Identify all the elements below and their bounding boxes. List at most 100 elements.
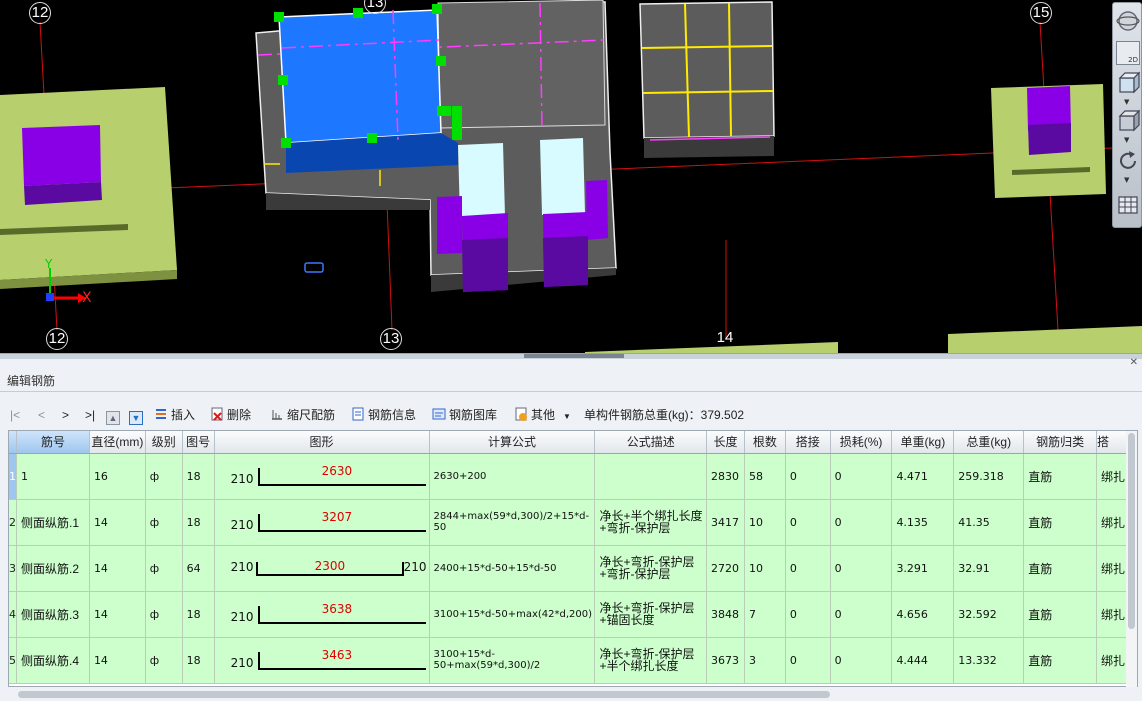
cell-category[interactable]: 直筋: [1023, 453, 1097, 500]
cell-count[interactable]: 10: [744, 545, 786, 592]
cell-formula[interactable]: 3100+15*d-50+max(42*d,200): [429, 591, 596, 638]
cell-loss[interactable]: 0: [830, 545, 893, 592]
cell-count[interactable]: 10: [744, 499, 786, 546]
cell-fig[interactable]: 18: [182, 591, 215, 638]
model-canvas[interactable]: [0, 0, 1142, 353]
cell-length[interactable]: 3848: [706, 591, 745, 638]
delete-button[interactable]: 删除: [210, 406, 251, 424]
cell-unit-weight[interactable]: 4.471: [891, 453, 955, 500]
view-3d-box-icon[interactable]: [1116, 71, 1140, 95]
col-header[interactable]: 搭接: [785, 431, 831, 454]
cell-fig[interactable]: 18: [182, 499, 215, 546]
cell-name[interactable]: 侧面纵筋.2: [16, 545, 90, 592]
model-viewport[interactable]: Y X 12 13 15 12 13 14 2D ▼ ▼ ▼: [0, 0, 1142, 353]
move-down-button[interactable]: ▼: [129, 406, 146, 425]
cell-unit-weight[interactable]: 3.291: [891, 545, 955, 592]
cell-count[interactable]: 7: [744, 591, 786, 638]
cell-formula[interactable]: 2844+max(59*d,300)/2+15*d-50: [429, 499, 596, 546]
view-2d-button[interactable]: 2D: [1116, 41, 1140, 65]
cell-shape[interactable]: 210 3638: [214, 591, 430, 638]
rebar-info-button[interactable]: 钢筋信息: [351, 406, 416, 424]
table-row[interactable]: 5 侧面纵筋.4 14 ф 18 210 3463 3100+15*d-50+m…: [9, 637, 1137, 684]
cell-name[interactable]: 侧面纵筋.3: [16, 591, 90, 638]
vertical-scroll-thumb[interactable]: [1128, 433, 1135, 629]
horizontal-scroll-thumb[interactable]: [18, 691, 830, 698]
cell-length[interactable]: 2720: [706, 545, 745, 592]
cell-shape[interactable]: 210 2300 210: [214, 545, 430, 592]
cell-lap[interactable]: 0: [785, 545, 831, 592]
cell-diameter[interactable]: 14: [89, 545, 146, 592]
cell-name[interactable]: 1: [16, 453, 90, 500]
cell-fig[interactable]: 18: [182, 637, 215, 684]
rotate-icon[interactable]: [1116, 149, 1140, 173]
cell-unit-weight[interactable]: 4.135: [891, 499, 955, 546]
row-number[interactable]: 2: [9, 499, 17, 546]
solid-box-icon[interactable]: [1116, 109, 1140, 133]
vertical-scrollbar[interactable]: [1126, 431, 1137, 687]
row-number[interactable]: 1: [9, 453, 17, 500]
row-number[interactable]: 4: [9, 591, 17, 638]
orbit-icon[interactable]: [1116, 9, 1140, 33]
cell-lap[interactable]: 0: [785, 499, 831, 546]
cell-name[interactable]: 侧面纵筋.1: [16, 499, 90, 546]
cell-formula[interactable]: 2630+200: [429, 453, 596, 500]
cell-total-weight[interactable]: 32.592: [953, 591, 1025, 638]
col-header[interactable]: 筋号: [16, 431, 90, 454]
cell-length[interactable]: 3673: [706, 637, 745, 684]
cell-description[interactable]: 净长+弯折-保护层+弯折-保护层: [594, 545, 707, 592]
col-header[interactable]: 公式描述: [594, 431, 707, 454]
rebar-library-button[interactable]: 钢筋图库: [432, 406, 497, 424]
col-header[interactable]: 图号: [182, 431, 215, 454]
cell-fig[interactable]: 64: [182, 545, 215, 592]
cell-lap[interactable]: 0: [785, 637, 831, 684]
cell-total-weight[interactable]: 41.35: [953, 499, 1025, 546]
cell-fig[interactable]: 18: [182, 453, 215, 500]
cell-formula[interactable]: 3100+15*d-50+max(59*d,300)/2: [429, 637, 596, 684]
cell-length[interactable]: 3417: [706, 499, 745, 546]
cell-loss[interactable]: 0: [830, 453, 893, 500]
cell-shape[interactable]: 210 3463: [214, 637, 430, 684]
close-icon[interactable]: ✕: [1130, 357, 1138, 368]
prev-record-button[interactable]: <: [38, 406, 45, 424]
cell-diameter[interactable]: 14: [89, 637, 146, 684]
table-row[interactable]: 4 侧面纵筋.3 14 ф 18 210 3638 3100+15*d-50+m…: [9, 591, 1137, 638]
cell-total-weight[interactable]: 32.91: [953, 545, 1025, 592]
cell-name[interactable]: 侧面纵筋.4: [16, 637, 90, 684]
grid-view-icon[interactable]: [1116, 193, 1140, 217]
col-header[interactable]: 直径(mm): [89, 431, 146, 454]
col-header[interactable]: 图形: [214, 431, 430, 454]
cell-total-weight[interactable]: 259.318: [953, 453, 1025, 500]
cell-category[interactable]: 直筋: [1023, 545, 1097, 592]
cell-formula[interactable]: 2400+15*d-50+15*d-50: [429, 545, 596, 592]
cell-loss[interactable]: 0: [830, 637, 893, 684]
cell-grade[interactable]: ф: [145, 545, 183, 592]
cell-grade[interactable]: ф: [145, 499, 183, 546]
cell-grade[interactable]: ф: [145, 453, 183, 500]
cell-total-weight[interactable]: 13.332: [953, 637, 1025, 684]
col-header[interactable]: 总重(kg): [953, 431, 1025, 454]
cell-grade[interactable]: ф: [145, 591, 183, 638]
cell-diameter[interactable]: 14: [89, 591, 146, 638]
cell-diameter[interactable]: 14: [89, 499, 146, 546]
row-number[interactable]: 5: [9, 637, 17, 684]
cell-diameter[interactable]: 16: [89, 453, 146, 500]
cell-description[interactable]: 净长+半个绑扎长度+弯折-保护层: [594, 499, 707, 546]
horizontal-scrollbar[interactable]: [8, 688, 1138, 700]
cell-lap[interactable]: 0: [785, 453, 831, 500]
cell-description[interactable]: 净长+弯折-保护层+锚固长度: [594, 591, 707, 638]
cell-count[interactable]: 3: [744, 637, 786, 684]
cell-shape[interactable]: 210 2630: [214, 453, 430, 500]
cell-description[interactable]: 净长+弯折-保护层+半个绑扎长度: [594, 637, 707, 684]
last-record-button[interactable]: >|: [85, 406, 95, 424]
move-up-button[interactable]: ▲: [106, 406, 123, 425]
cell-description[interactable]: [594, 453, 707, 500]
table-row[interactable]: 3 侧面纵筋.2 14 ф 64 210 2300 210 2400+15*d-…: [9, 545, 1137, 592]
table-row[interactable]: 1 1 16 ф 18 210 2630 2630+200 2830 58 0 …: [9, 453, 1137, 500]
cell-loss[interactable]: 0: [830, 591, 893, 638]
cell-unit-weight[interactable]: 4.444: [891, 637, 955, 684]
next-record-button[interactable]: >: [62, 406, 69, 424]
col-header[interactable]: 长度: [706, 431, 745, 454]
view-dropdown-arrow-icon[interactable]: ▼: [1124, 98, 1129, 106]
cell-unit-weight[interactable]: 4.656: [891, 591, 955, 638]
other-menu-button[interactable]: 其他 ▼: [514, 406, 571, 424]
